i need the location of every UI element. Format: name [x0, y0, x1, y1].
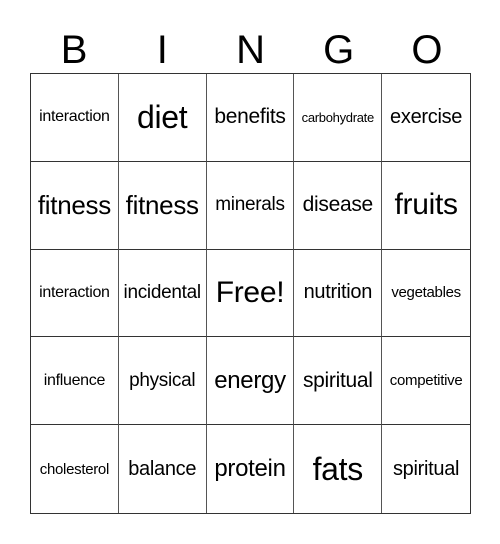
- bingo-cell[interactable]: carbohydrate: [294, 74, 383, 162]
- bingo-cell[interactable]: disease: [294, 161, 383, 250]
- bingo-cell[interactable]: benefits: [206, 74, 295, 162]
- bingo-cell[interactable]: interaction: [31, 74, 119, 162]
- bingo-cell[interactable]: energy: [206, 337, 295, 426]
- header-letter-o: O: [411, 28, 443, 72]
- bingo-cell-free[interactable]: Free!: [206, 249, 295, 338]
- bingo-cell[interactable]: fitness: [118, 161, 207, 250]
- bingo-header: B I N G O: [30, 28, 471, 73]
- bingo-cell[interactable]: interaction: [31, 249, 119, 338]
- bingo-cell[interactable]: exercise: [382, 74, 470, 162]
- bingo-cell[interactable]: fitness: [31, 161, 119, 250]
- bingo-cell[interactable]: spiritual: [294, 337, 383, 426]
- header-letter-i: I: [156, 28, 168, 72]
- header-letter-b: B: [60, 28, 88, 72]
- bingo-cell[interactable]: protein: [207, 425, 295, 513]
- bingo-cell[interactable]: influence: [31, 337, 119, 426]
- bingo-cell[interactable]: minerals: [206, 161, 295, 250]
- bingo-cell[interactable]: competitive: [382, 337, 470, 426]
- bingo-cell[interactable]: balance: [119, 425, 207, 513]
- bingo-cell[interactable]: fats: [294, 425, 383, 513]
- bingo-cell[interactable]: diet: [118, 74, 207, 162]
- bingo-cell[interactable]: physical: [118, 337, 207, 426]
- header-letter-n: N: [236, 28, 265, 72]
- bingo-cell[interactable]: spiritual: [382, 425, 470, 513]
- bingo-cell[interactable]: nutrition: [294, 249, 383, 338]
- bingo-grid: interaction diet benefits carbohydrate e…: [30, 73, 471, 514]
- bingo-cell[interactable]: incidental: [118, 249, 207, 338]
- bingo-cell[interactable]: cholesterol: [31, 425, 119, 513]
- bingo-cell[interactable]: vegetables: [382, 250, 470, 338]
- bingo-cell[interactable]: fruits: [382, 162, 470, 250]
- header-letter-g: G: [323, 28, 355, 72]
